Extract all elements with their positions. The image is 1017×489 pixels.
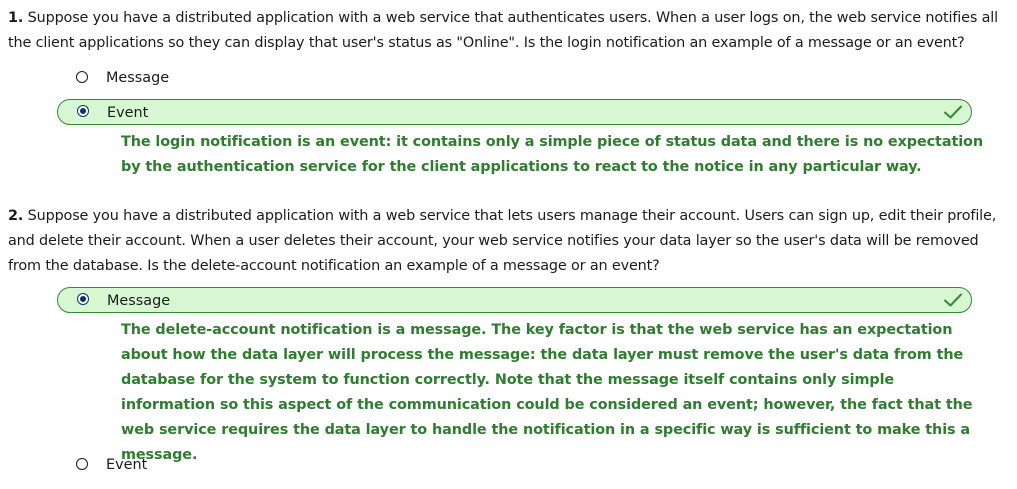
question-2-text: 2. Suppose you have a distributed applic…	[8, 204, 1013, 279]
radio-button-selected[interactable]	[77, 105, 89, 117]
option-label: Message	[107, 293, 171, 309]
checkmark-icon	[944, 293, 962, 307]
radio-dot	[80, 296, 86, 302]
question-1-explanation: The login notification is an event: it c…	[121, 134, 983, 175]
question-2-option-message[interactable]: Message	[57, 287, 972, 313]
option-label: Message	[106, 70, 170, 86]
question-1-option-message[interactable]: Message	[57, 65, 972, 91]
radio-dot	[80, 108, 86, 114]
question-2-explanation: The delete-account notification is a mes…	[121, 322, 973, 463]
checkmark-icon	[944, 105, 962, 119]
question-2-option-event[interactable]: Event	[57, 452, 972, 478]
radio-button-selected[interactable]	[77, 293, 89, 305]
option-label: Event	[107, 105, 149, 121]
question-1-number: 1.	[8, 10, 24, 26]
question-1-prompt: Suppose you have a distributed applicati…	[8, 10, 998, 51]
radio-button[interactable]	[76, 71, 88, 83]
question-2-prompt: Suppose you have a distributed applicati…	[8, 208, 997, 274]
question-1-text: 1. Suppose you have a distributed applic…	[8, 6, 1013, 56]
radio-button[interactable]	[76, 458, 88, 470]
question-1-option-event[interactable]: Event	[57, 99, 972, 125]
option-label: Event	[106, 457, 148, 473]
question-2-number: 2.	[8, 208, 24, 224]
